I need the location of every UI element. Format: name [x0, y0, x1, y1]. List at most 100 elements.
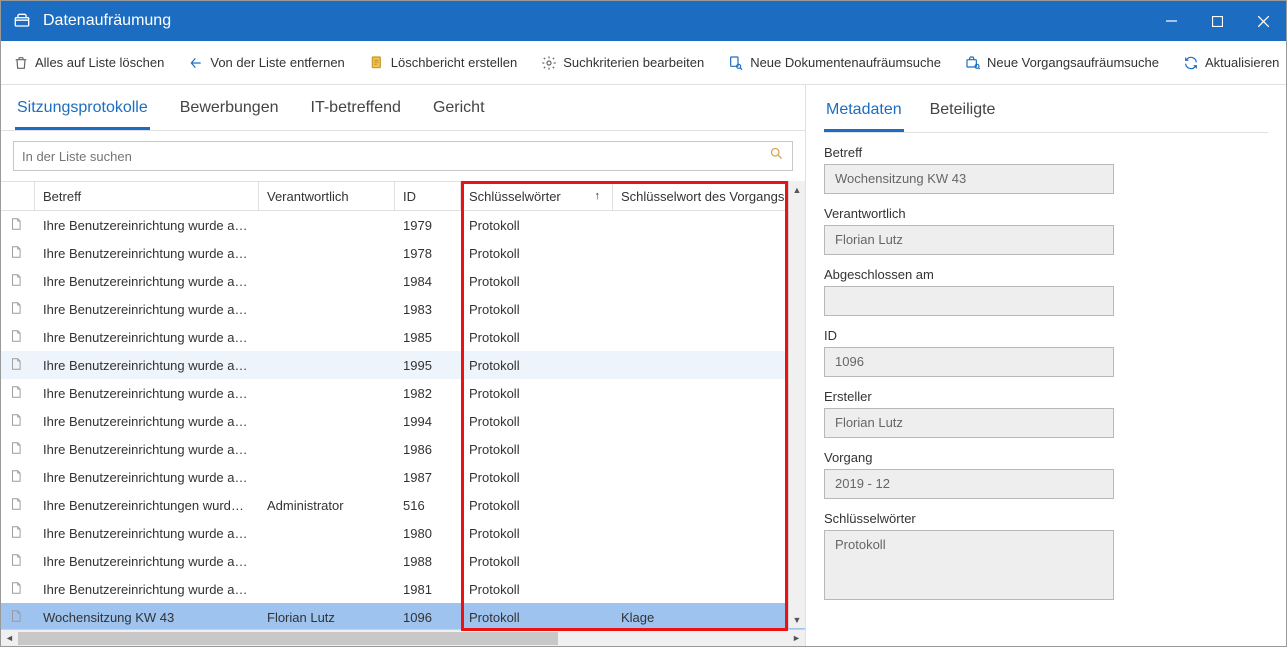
cell-keywords: Protokoll [461, 302, 613, 317]
tab-sitzungsprotokolle[interactable]: Sitzungsprotokolle [15, 93, 150, 130]
cell-keywords: Protokoll [461, 442, 613, 457]
col-id[interactable]: ID [395, 182, 461, 210]
table-row[interactable]: Ihre Benutzereinrichtung wurde aktua... 1… [1, 519, 805, 547]
detail-tab-beteiligte[interactable]: Beteiligte [928, 97, 998, 132]
row-icon [1, 273, 35, 290]
cell-keywords: Protokoll [461, 554, 613, 569]
doc-icon [369, 55, 385, 71]
cell-keywords: Protokoll [461, 610, 613, 625]
toolbar-report[interactable]: Löschbericht erstellen [369, 55, 517, 71]
table-row[interactable]: Ihre Benutzereinrichtungen wurden akt...… [1, 491, 805, 519]
cell-keywords: Protokoll [461, 246, 613, 261]
table-row[interactable]: Ihre Benutzereinrichtung wurde aktua...1… [1, 435, 805, 463]
toolbar-remove[interactable]: Von der Liste entfernen [188, 55, 344, 71]
table-row[interactable]: Ihre Benutzereinrichtung wurde aktua...1… [1, 547, 805, 575]
tab-gericht[interactable]: Gericht [431, 93, 487, 130]
value-abgeschlossen [824, 286, 1114, 316]
document-icon [9, 469, 23, 483]
value-id: 1096 [824, 347, 1114, 377]
document-icon [9, 413, 23, 427]
search-input[interactable] [22, 149, 769, 164]
cell-id: 1983 [395, 302, 461, 317]
col-betreff[interactable]: Betreff [35, 182, 259, 210]
table-row[interactable]: Ihre Benutzereinrichtung wurde aktua...1… [1, 267, 805, 295]
label-ersteller: Ersteller [824, 389, 1268, 404]
scroll-right-icon[interactable]: ► [788, 633, 805, 643]
sort-asc-icon: ↑ [595, 190, 601, 202]
field-keywords: Schlüsselwörter Protokoll [824, 511, 1268, 600]
toolbar-refresh[interactable]: Aktualisieren [1183, 55, 1279, 71]
table-row[interactable]: Wochensitzung KW 43Florian Lutz1096Proto… [1, 603, 805, 629]
cell-id: 1984 [395, 274, 461, 289]
row-icon [1, 609, 35, 626]
toolbar-delete-all[interactable]: Alles auf Liste löschen [13, 55, 164, 71]
field-verantwortlich: Verantwortlich Florian Lutz [824, 206, 1268, 255]
minimize-button[interactable] [1148, 1, 1194, 41]
document-icon [9, 329, 23, 343]
toolbar-case-search[interactable]: Neue Vorgangsaufräumsuche [965, 55, 1159, 71]
cell-keywords: Protokoll [461, 218, 613, 233]
label-verantwortlich: Verantwortlich [824, 206, 1268, 221]
cell-id: 1981 [395, 582, 461, 597]
search-icon [769, 146, 784, 166]
table-row[interactable]: Ihre Benutzereinrichtung wurde aktua...1… [1, 239, 805, 267]
vertical-scrollbar[interactable]: ▲ ▼ [788, 181, 805, 628]
scroll-down-icon[interactable]: ▼ [789, 611, 805, 628]
cell-vorgang-keyword: Klage [613, 610, 805, 625]
cell-id: 1985 [395, 330, 461, 345]
field-id: ID 1096 [824, 328, 1268, 377]
cell-id: 1986 [395, 442, 461, 457]
cell-id: 1995 [395, 358, 461, 373]
detail-tab-metadaten[interactable]: Metadaten [824, 97, 904, 132]
row-icon [1, 581, 35, 598]
cell-id: 1982 [395, 386, 461, 401]
cell-keywords: Protokoll [461, 582, 613, 597]
search-box[interactable] [13, 141, 793, 171]
cell-id: 516 [395, 498, 461, 513]
col-verantwortlich[interactable]: Verantwortlich [259, 182, 395, 210]
cell-betreff: Ihre Benutzereinrichtung wurde aktua... [35, 526, 259, 541]
tab-bewerbungen[interactable]: Bewerbungen [178, 93, 281, 130]
document-icon [9, 357, 23, 371]
col-vorgang-keyword[interactable]: Schlüsselwort des Vorgangs [613, 182, 805, 210]
scroll-left-icon[interactable]: ◄ [1, 633, 18, 643]
toolbar-label: Neue Dokumentenaufräumsuche [750, 55, 941, 70]
maximize-button[interactable] [1194, 1, 1240, 41]
table-row[interactable]: Ihre Benutzereinrichtung wurde aktua...1… [1, 323, 805, 351]
horizontal-scrollbar[interactable]: ◄ ► [1, 629, 805, 646]
cell-keywords: Protokoll [461, 358, 613, 373]
cell-betreff: Ihre Benutzereinrichtungen wurden akt... [35, 498, 259, 513]
close-button[interactable] [1240, 1, 1286, 41]
toolbar-label: Alles auf Liste löschen [35, 55, 164, 70]
document-icon [9, 273, 23, 287]
toolbar-label: Löschbericht erstellen [391, 55, 517, 70]
row-icon [1, 413, 35, 430]
document-icon [9, 385, 23, 399]
cell-id: 1978 [395, 246, 461, 261]
cell-betreff: Wochensitzung KW 43 [35, 610, 259, 625]
table-row[interactable]: Ihre Benutzereinrichtung wurde aktua...1… [1, 211, 805, 239]
table-row[interactable]: Ihre Benutzereinrichtung wurde aktua...1… [1, 463, 805, 491]
tab-it[interactable]: IT-betreffend [309, 93, 403, 130]
scroll-up-icon[interactable]: ▲ [789, 181, 805, 198]
row-icon [1, 357, 35, 374]
table-row[interactable]: Ihre Benutzereinrichtung wurde aktua... 1… [1, 379, 805, 407]
case-search-icon [965, 55, 981, 71]
toolbar-doc-search[interactable]: Neue Dokumentenaufräumsuche [728, 55, 941, 71]
table-row[interactable]: Ihre Benutzereinrichtung wurde aktua...1… [1, 295, 805, 323]
cell-betreff: Ihre Benutzereinrichtung wurde aktua... [35, 554, 259, 569]
col-keywords[interactable]: Schlüsselwörter ↑ [461, 182, 613, 210]
table-row[interactable]: Ihre Benutzereinrichtung wurde aktua...1… [1, 351, 805, 379]
cell-betreff: Ihre Benutzereinrichtung wurde aktua... [35, 386, 259, 401]
label-abgeschlossen: Abgeschlossen am [824, 267, 1268, 282]
value-keywords: Protokoll [824, 530, 1114, 600]
col-icon[interactable] [1, 182, 35, 210]
table-row[interactable]: Ihre Benutzereinrichtung wurde aktua...1… [1, 575, 805, 603]
scroll-thumb[interactable] [18, 632, 558, 645]
label-id: ID [824, 328, 1268, 343]
table-row[interactable]: Ihre Benutzereinrichtung wurde aktua...1… [1, 407, 805, 435]
window-title: Datenaufräumung [43, 12, 171, 30]
cell-id: 1980 [395, 526, 461, 541]
col-keywords-label: Schlüsselwörter [469, 189, 561, 204]
toolbar-criteria[interactable]: Suchkriterien bearbeiten [541, 55, 704, 71]
